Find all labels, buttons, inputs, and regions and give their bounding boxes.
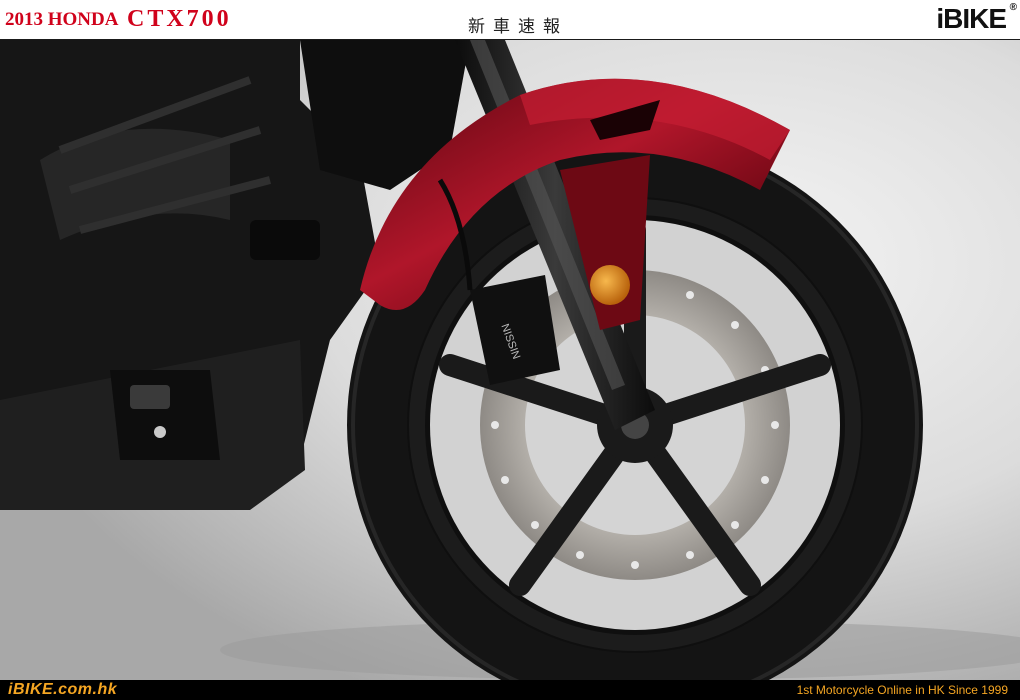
motorcycle-front-wheel-illustration: NISSIN xyxy=(0,40,1020,680)
footpeg-bracket xyxy=(130,385,170,409)
footer-tagline: 1st Motorcycle Online in HK Since 1999 xyxy=(796,683,1008,697)
site-link[interactable]: iBIKE.com.hk xyxy=(8,681,117,699)
brand-logo-text: iBIKE xyxy=(936,3,1007,34)
amber-reflector xyxy=(590,265,630,305)
motorcycle-photo: NISSIN xyxy=(0,40,1020,680)
engine-sump xyxy=(110,370,220,460)
title-model: CTX700 xyxy=(127,6,232,32)
radiator-clip xyxy=(250,220,320,260)
header-center-text: 新車速報 xyxy=(468,17,568,37)
bolt-head xyxy=(154,426,166,438)
footer-bar: iBIKE.com.hk 1st Motorcycle Online in HK… xyxy=(0,680,1020,700)
page: 2013 HONDA CTX700 新車速報 iBIKE ® NISSIN iB… xyxy=(0,0,1020,700)
title-prefix: 2013 HONDA xyxy=(5,9,119,30)
header-bar: 2013 HONDA CTX700 新車速報 iBIKE ® xyxy=(0,0,1020,40)
brand-logo: iBIKE ® xyxy=(936,2,1017,35)
registered-mark: ® xyxy=(1009,2,1017,13)
